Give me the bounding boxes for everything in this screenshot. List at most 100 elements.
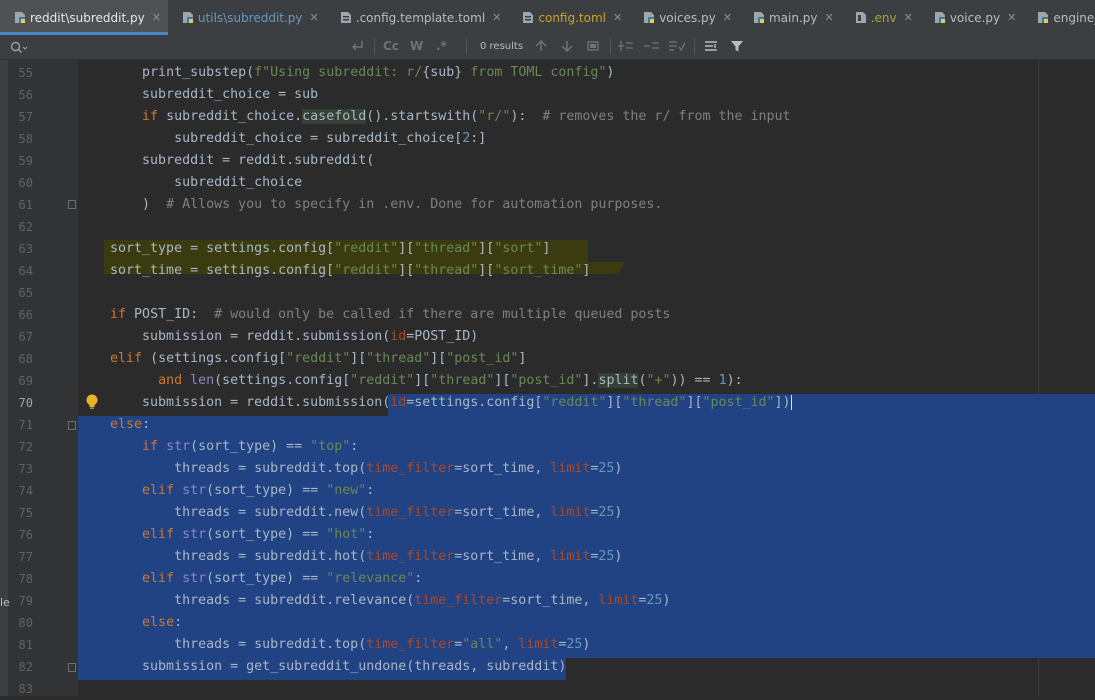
code-line[interactable]: threads = subreddit.relevance(time_filte… — [78, 590, 1039, 612]
tab-5[interactable]: main.py ✕ — [739, 0, 841, 35]
tab-6[interactable]: .env ✕ — [841, 0, 920, 35]
new-line-icon[interactable] — [350, 39, 364, 56]
env-file-icon — [855, 11, 867, 24]
left-panel-fragment: le — [0, 596, 10, 609]
code-line[interactable]: subreddit_choice — [78, 172, 1039, 194]
code-line[interactable]: threads = subreddit.top(time_filter="all… — [78, 634, 1039, 656]
next-occurrence-icon[interactable] — [560, 39, 574, 56]
line-number: 56 — [18, 88, 33, 102]
line-number: 62 — [18, 220, 33, 234]
previous-occurrence-icon[interactable] — [534, 39, 548, 56]
code-line[interactable]: print_substep(f"Using subreddit: r/{sub}… — [78, 62, 1039, 84]
tab-1[interactable]: utils\subreddit.py ✕ — [168, 0, 326, 35]
python-file-icon — [643, 11, 655, 24]
line-number: 60 — [18, 176, 33, 190]
words-toggle[interactable]: W — [410, 39, 423, 53]
code-line[interactable]: sort_type = settings.config["reddit"]["t… — [78, 238, 1039, 260]
code-editor[interactable]: 55 56 57 58 59 60 61 62 63 64 65 66 67 68 69 70 71 72 73 74… — [0, 60, 1095, 696]
code-line[interactable]: subreddit_choice = sub — [78, 84, 1039, 106]
tab-4[interactable]: voices.py ✕ — [629, 0, 739, 35]
tab-label: voices.py — [659, 10, 716, 25]
line-number: 73 — [18, 462, 33, 476]
line-number: 72 — [18, 440, 33, 454]
line-number: 67 — [18, 330, 33, 344]
code-line[interactable]: if str(sort_type) == "top": — [78, 436, 1039, 458]
code-line[interactable]: subreddit = reddit.subreddit( — [78, 150, 1039, 172]
tab-2[interactable]: .config.template.toml ✕ — [326, 0, 509, 35]
line-number: 57 — [18, 110, 33, 124]
code-line[interactable]: elif str(sort_type) == "relevance": — [78, 568, 1039, 590]
line-number: 77 — [18, 550, 33, 564]
find-bar: Cc W .* 0 results — [0, 35, 1095, 60]
close-tab-icon[interactable]: ✕ — [152, 11, 161, 24]
tab-label: .env — [870, 10, 897, 25]
select-all-occurrences-icon[interactable] — [586, 39, 600, 56]
close-tab-icon[interactable]: ✕ — [904, 11, 913, 24]
fold-marker-icon[interactable] — [68, 421, 76, 430]
tab-8[interactable]: engine_wrapper.py✕ — [1023, 0, 1095, 35]
code-line[interactable]: threads = subreddit.top(time_filter=sort… — [78, 458, 1039, 480]
python-file-icon — [14, 11, 26, 24]
code-line[interactable]: threads = subreddit.hot(time_filter=sort… — [78, 546, 1039, 568]
code-line[interactable]: else: — [78, 612, 1039, 634]
line-number: 80 — [18, 616, 33, 630]
close-tab-icon[interactable]: ✕ — [1007, 11, 1016, 24]
close-tab-icon[interactable]: ✕ — [613, 11, 622, 24]
code-line[interactable]: if subreddit_choice.casefold().startswit… — [78, 106, 1039, 128]
match-case-toggle[interactable]: Cc — [383, 39, 399, 53]
code-line[interactable] — [78, 282, 1039, 304]
code-line[interactable]: submission = reddit.submission(id=POST_I… — [78, 326, 1039, 348]
close-tab-icon[interactable]: ✕ — [492, 11, 501, 24]
close-tab-icon[interactable]: ✕ — [723, 11, 732, 24]
line-number: 81 — [18, 638, 33, 652]
line-number: 68 — [18, 352, 33, 366]
code-line[interactable]: subreddit_choice = subreddit_choice[2:] — [78, 128, 1039, 150]
code-line[interactable]: and len(settings.config["reddit"]["threa… — [78, 370, 1039, 392]
line-number: 58 — [18, 132, 33, 146]
python-file-icon — [753, 11, 765, 24]
tab-0[interactable]: reddit\subreddit.py ✕ — [0, 0, 168, 35]
line-number: 83 — [18, 682, 33, 696]
tab-7[interactable]: voice.py ✕ — [920, 0, 1024, 35]
line-number: 55 — [18, 66, 33, 80]
line-number: 64 — [18, 264, 33, 278]
code-line[interactable]: elif (settings.config["reddit"]["thread"… — [78, 348, 1039, 370]
line-number: 82 — [18, 660, 33, 674]
filter-options-icon[interactable] — [704, 39, 718, 56]
tab-label: engine_wrapper.py — [1053, 10, 1095, 25]
filter-icon[interactable] — [730, 39, 744, 56]
fold-marker-icon[interactable] — [68, 663, 76, 672]
tab-3[interactable]: config.toml ✕ — [508, 0, 629, 35]
line-number: 61 — [18, 198, 33, 212]
line-number-gutter: 55 56 57 58 59 60 61 62 63 64 65 66 67 68 69 70 71 72 73 74… — [0, 60, 78, 696]
python-file-icon — [934, 11, 946, 24]
tab-label: reddit\subreddit.py — [30, 10, 145, 25]
fold-marker-icon[interactable] — [68, 200, 76, 209]
line-number: 70 — [18, 396, 33, 410]
tab-label: voice.py — [949, 10, 1001, 25]
add-occurrence-icon[interactable] — [618, 39, 634, 56]
code-line[interactable]: elif str(sort_type) == "hot": — [78, 524, 1039, 546]
code-line[interactable]: sort_time = settings.config["reddit"]["t… — [78, 260, 1039, 282]
regex-toggle[interactable]: .* — [436, 39, 447, 53]
lightbulb-icon[interactable] — [84, 393, 100, 415]
close-tab-icon[interactable]: ✕ — [310, 11, 319, 24]
line-number: 76 — [18, 528, 33, 542]
code-line[interactable]: if POST_ID: # would only be called if th… — [78, 304, 1039, 326]
code-line[interactable] — [78, 678, 1039, 700]
editor-tab-bar: reddit\subreddit.py ✕ utils\subreddit.py ✕.… — [0, 0, 1095, 36]
remove-occurrence-icon[interactable] — [644, 39, 660, 56]
tab-label: config.toml — [538, 10, 606, 25]
code-line[interactable]: else: — [78, 414, 1039, 436]
close-tab-icon[interactable]: ✕ — [824, 11, 833, 24]
code-line[interactable]: elif str(sort_type) == "new": — [78, 480, 1039, 502]
tab-label: .config.template.toml — [355, 10, 486, 25]
code-line[interactable] — [78, 216, 1039, 238]
code-line[interactable]: threads = subreddit.new(time_filter=sort… — [78, 502, 1039, 524]
code-line[interactable]: ) # Allows you to specify in .env. Done … — [78, 194, 1039, 216]
code-line[interactable]: submission = get_subreddit_undone(thread… — [78, 656, 1039, 678]
search-icon[interactable] — [10, 40, 28, 59]
line-number: 66 — [18, 308, 33, 322]
code-line[interactable]: submission = reddit.submission(id=settin… — [78, 392, 1039, 414]
select-occurrences-icon[interactable] — [668, 39, 686, 56]
